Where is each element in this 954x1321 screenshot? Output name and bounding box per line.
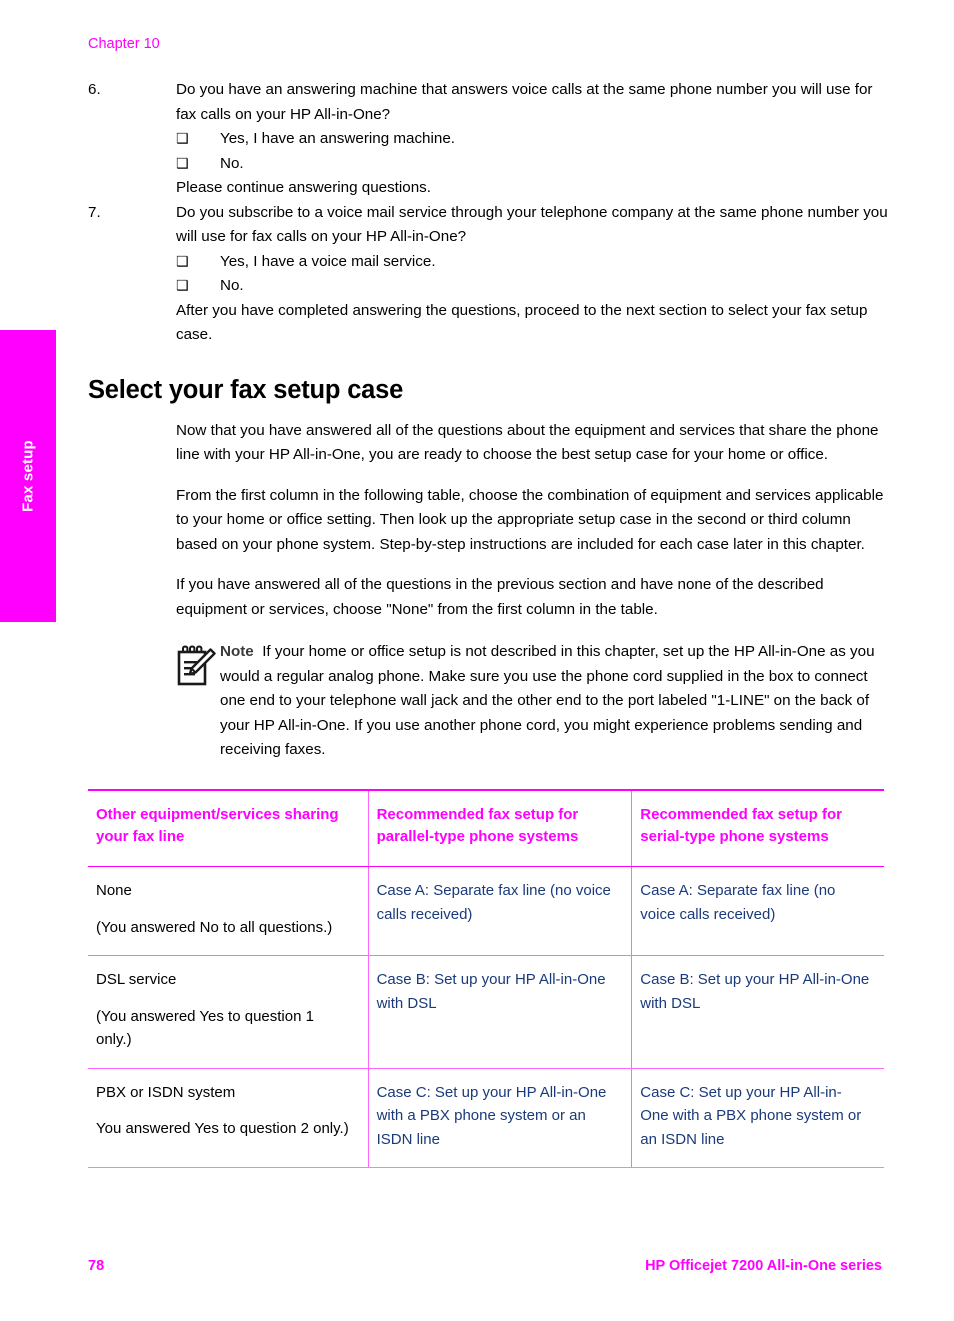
cell-parallel[interactable]: Case B: Set up your HP All-in-One with D… [368,955,633,1069]
question-text: Do you have an answering machine that an… [176,81,873,123]
case-link[interactable]: Case B: Set up your HP All-in-One with D… [377,968,618,1015]
equipment-main: PBX or ISDN system [96,1083,236,1101]
case-link[interactable]: Case A: Separate fax line (no voice call… [640,879,870,926]
note-body: If your home or office setup is not desc… [220,643,875,758]
footer-page-number: 78 [88,1258,105,1274]
side-tab-label: Fax setup [19,440,37,512]
note-text: Note If your home or office setup is not… [220,640,888,763]
answer-option[interactable]: ❑ No. [88,152,888,177]
equipment-note: You answered Yes to question 2 only.) [96,1120,349,1137]
checkbox-icon[interactable]: ❑ [176,274,189,299]
equipment-note: (You answered Yes to question 1 only.) [96,1007,314,1049]
case-link[interactable]: Case B: Set up your HP All-in-One with D… [640,968,870,1015]
footer-product-name: HP Officejet 7200 All-in-One series [645,1258,882,1274]
answer-option[interactable]: ❑ Yes, I have a voice mail service. [88,250,888,275]
note-pencil-icon [176,644,216,688]
side-tab-fax-setup: Fax setup [0,330,56,622]
note-block: Note If your home or office setup is not… [88,640,888,763]
section-paragraph: From the first column in the following t… [176,486,884,553]
table-header-serial: Recommended fax setup for serial-type ph… [631,789,884,867]
page-content: 6. Do you have an answering machine that… [88,78,888,781]
equipment-note: (You answered No to all questions.) [96,918,333,936]
equipment-main: None [96,882,132,899]
table-row: DSL service (You answered Yes to questio… [88,955,884,1069]
case-link[interactable]: Case C: Set up your HP All-in-One with a… [640,1081,870,1152]
checkbox-icon[interactable]: ❑ [176,152,189,177]
checkbox-icon[interactable]: ❑ [176,127,189,152]
table-header-row: Other equipment/services sharing your fa… [88,789,884,867]
cell-parallel[interactable]: Case A: Separate fax line (no voice call… [368,866,633,956]
cell-serial[interactable]: Case C: Set up your HP All-in-One with a… [631,1068,884,1168]
cell-equipment: PBX or ISDN system You answered Yes to q… [88,1068,369,1168]
answer-option-label: No. [220,154,244,172]
cell-serial[interactable]: Case A: Separate fax line (no voice call… [631,866,884,956]
question-followup: After you have completed answering the q… [176,301,868,344]
case-link[interactable]: Case A: Separate fax line (no voice call… [377,879,618,926]
note-label: Note [220,643,254,660]
document-page: Fax setup Chapter 10 6. Do you have an a… [0,0,954,1321]
answer-option-label: Yes, I have a voice mail service. [220,252,436,270]
cell-parallel[interactable]: Case C: Set up your HP All-in-One with a… [368,1068,633,1168]
answer-option[interactable]: ❑ Yes, I have an answering machine. [88,127,888,152]
question-item-7: 7. Do you subscribe to a voice mail serv… [88,201,888,348]
section-paragraph: Now that you have answered all of the qu… [176,421,879,464]
chapter-header: Chapter 10 [88,36,160,52]
question-followup: Please continue answering questions. [176,179,431,196]
equipment-main: DSL service [96,971,177,988]
table-header-parallel: Recommended fax setup for parallel-type … [368,789,633,867]
question-text: Do you subscribe to a voice mail service… [176,203,888,246]
table-row: PBX or ISDN system You answered Yes to q… [88,1068,884,1168]
answer-option-label: Yes, I have an answering machine. [220,130,455,147]
question-number: 7. [88,203,101,221]
cell-equipment: None (You answered No to all questions.) [88,866,369,956]
table-header-equipment: Other equipment/services sharing your fa… [88,789,369,867]
answer-option-label: No. [220,277,244,294]
section-paragraph: If you have answered all of the question… [176,576,824,618]
table-row: None (You answered No to all questions.)… [88,866,884,956]
cell-serial[interactable]: Case B: Set up your HP All-in-One with D… [631,955,884,1069]
case-link[interactable]: Case C: Set up your HP All-in-One with a… [377,1081,618,1152]
question-item-6: 6. Do you have an answering machine that… [88,78,888,201]
question-number: 6. [88,81,101,98]
section-heading: Select your fax setup case [88,375,404,404]
fax-setup-table: Other equipment/services sharing your fa… [88,789,884,1168]
cell-equipment: DSL service (You answered Yes to questio… [88,955,369,1069]
answer-option[interactable]: ❑ No. [88,274,888,299]
checkbox-icon[interactable]: ❑ [176,250,189,275]
